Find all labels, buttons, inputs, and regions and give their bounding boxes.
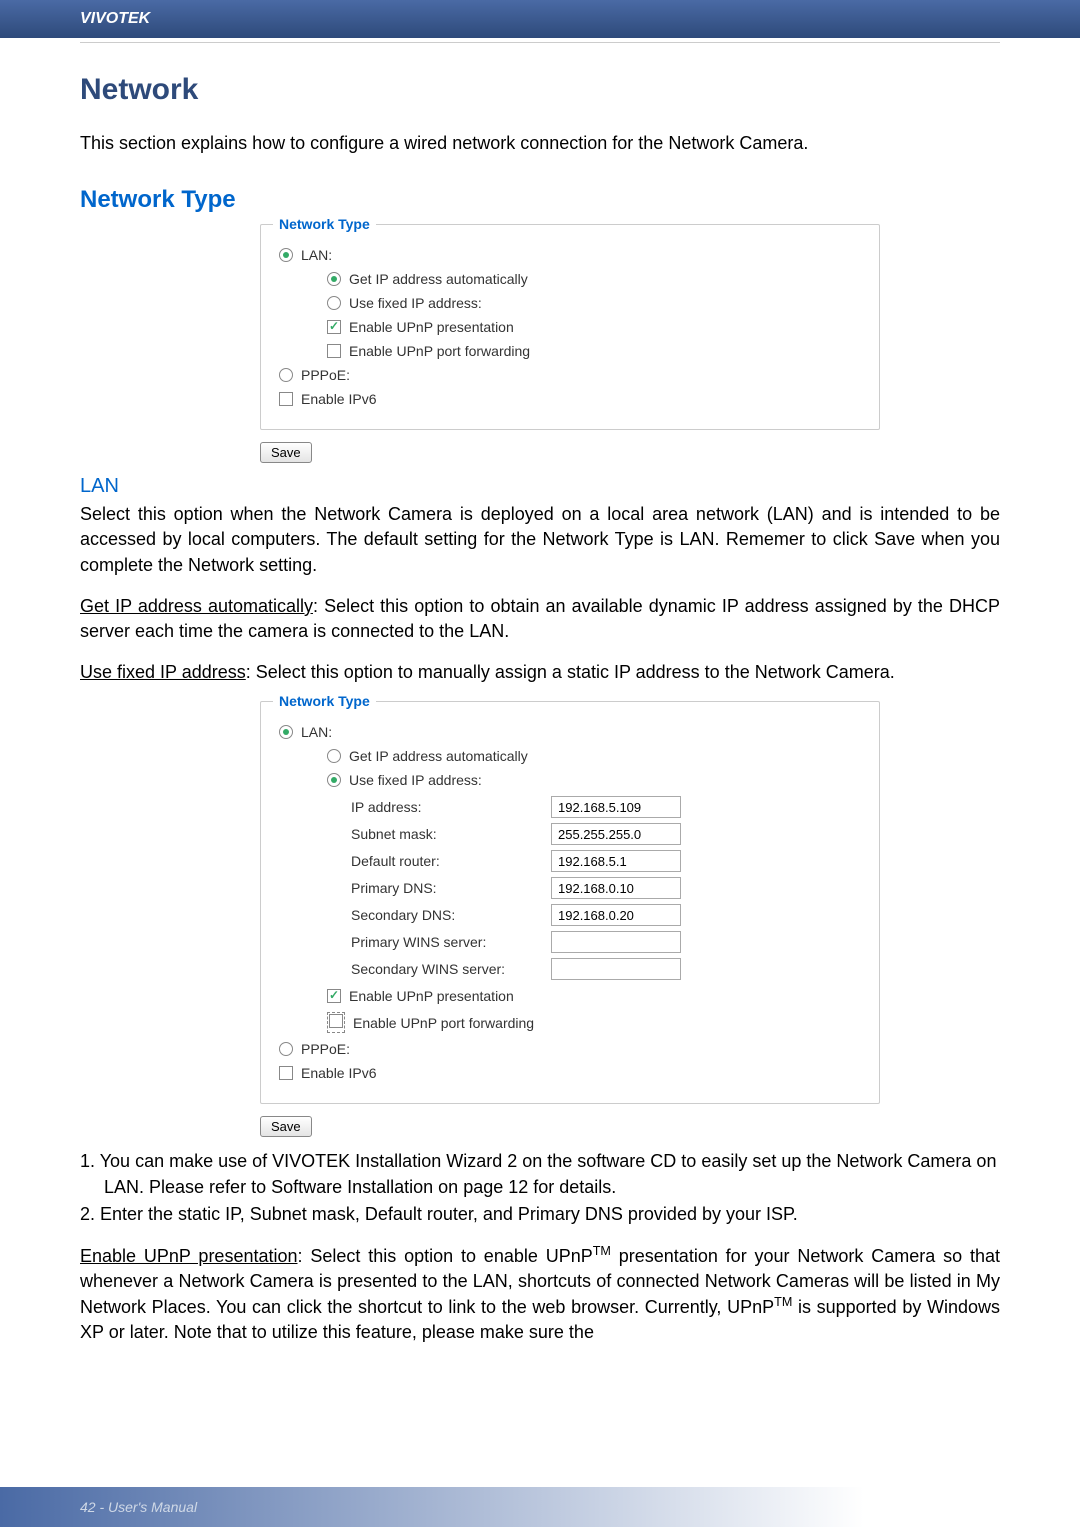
radio-icon[interactable] [279, 1042, 293, 1056]
router-input[interactable] [551, 850, 681, 872]
pppoe-label: PPPoE: [301, 1041, 350, 1057]
lan-radio-row[interactable]: LAN: [279, 724, 861, 740]
get-ip-auto-row[interactable]: Get IP address automatically [327, 748, 861, 764]
step-2: 2. Enter the static IP, Subnet mask, Def… [80, 1202, 1000, 1227]
brand-header: VIVOTEK [0, 0, 1080, 38]
use-fixed-row[interactable]: Use fixed IP address: [327, 295, 861, 311]
radio-icon[interactable] [327, 749, 341, 763]
intro-text: This section explains how to configure a… [80, 131, 1000, 156]
checkbox-icon[interactable] [327, 344, 341, 358]
radio-icon[interactable] [327, 272, 341, 286]
save-button[interactable]: Save [260, 1116, 312, 1137]
secondary-wins-label: Secondary WINS server: [351, 961, 551, 977]
page-title: Network [80, 73, 1000, 107]
enable-ipv6-row[interactable]: Enable IPv6 [279, 1065, 861, 1081]
ip-address-row: IP address: [351, 796, 861, 818]
content-area: Network This section explains how to con… [0, 43, 1080, 1382]
enable-ipv6-label: Enable IPv6 [301, 391, 377, 407]
primary-wins-input[interactable] [551, 931, 681, 953]
lan-paragraph: Select this option when the Network Came… [80, 502, 1000, 578]
use-fixed-underline: Use fixed IP address [80, 662, 246, 682]
upnp-presentation-row[interactable]: Enable UPnP presentation [327, 988, 861, 1004]
radio-icon[interactable] [327, 296, 341, 310]
use-fixed-paragraph: Use fixed IP address: Select this option… [80, 660, 1000, 685]
checkbox-icon[interactable] [329, 1014, 343, 1028]
primary-dns-input[interactable] [551, 877, 681, 899]
panel-legend: Network Type [273, 693, 376, 709]
enable-ipv6-row[interactable]: Enable IPv6 [279, 391, 861, 407]
get-ip-auto-label: Get IP address automatically [349, 271, 528, 287]
primary-wins-label: Primary WINS server: [351, 934, 551, 950]
network-type-heading: Network Type [80, 186, 1000, 214]
get-ip-paragraph: Get IP address automatically: Select thi… [80, 594, 1000, 644]
upnp-presentation-label: Enable UPnP presentation [349, 319, 514, 335]
lan-subheading: LAN [80, 475, 1000, 498]
enable-upnp-underline: Enable UPnP presentation [80, 1246, 298, 1266]
footer-bar: 42 - User's Manual [0, 1487, 1080, 1527]
use-fixed-row[interactable]: Use fixed IP address: [327, 772, 861, 788]
step-1: 1. You can make use of VIVOTEK Installat… [80, 1149, 1000, 1199]
primary-dns-row: Primary DNS: [351, 877, 861, 899]
ip-address-label: IP address: [351, 799, 551, 815]
upnp-presentation-label: Enable UPnP presentation [349, 988, 514, 1004]
subnet-row: Subnet mask: [351, 823, 861, 845]
network-type-panel-2: Network Type LAN: Get IP address automat… [260, 701, 880, 1104]
checkbox-icon[interactable] [279, 392, 293, 406]
secondary-dns-label: Secondary DNS: [351, 907, 551, 923]
get-ip-auto-label: Get IP address automatically [349, 748, 528, 764]
tm-superscript: TM [774, 1295, 792, 1309]
enable-upnp-paragraph: Enable UPnP presentation: Select this op… [80, 1243, 1000, 1346]
checkbox-icon[interactable] [327, 320, 341, 334]
steps-list: 1. You can make use of VIVOTEK Installat… [80, 1149, 1000, 1227]
radio-icon[interactable] [279, 368, 293, 382]
network-type-panel-1: Network Type LAN: Get IP address automat… [260, 224, 880, 430]
router-label: Default router: [351, 853, 551, 869]
primary-wins-row: Primary WINS server: [351, 931, 861, 953]
enable-ipv6-label: Enable IPv6 [301, 1065, 377, 1081]
lan-label: LAN: [301, 724, 332, 740]
lan-label: LAN: [301, 247, 332, 263]
subnet-label: Subnet mask: [351, 826, 551, 842]
secondary-dns-row: Secondary DNS: [351, 904, 861, 926]
radio-icon[interactable] [327, 773, 341, 787]
upnp-portforward-row[interactable]: Enable UPnP port forwarding [327, 1012, 861, 1033]
use-fixed-label: Use fixed IP address: [349, 772, 482, 788]
tm-superscript: TM [593, 1244, 611, 1258]
secondary-wins-input[interactable] [551, 958, 681, 980]
ip-address-input[interactable] [551, 796, 681, 818]
router-row: Default router: [351, 850, 861, 872]
checkbox-icon[interactable] [279, 1066, 293, 1080]
upnp-portforward-row[interactable]: Enable UPnP port forwarding [327, 343, 861, 359]
panel-legend: Network Type [273, 216, 376, 232]
brand-text: VIVOTEK [80, 10, 150, 27]
upnp-presentation-row[interactable]: Enable UPnP presentation [327, 319, 861, 335]
upnp-portforward-label: Enable UPnP port forwarding [353, 1015, 534, 1031]
save-button[interactable]: Save [260, 442, 312, 463]
pppoe-radio-row[interactable]: PPPoE: [279, 367, 861, 383]
checkbox-icon[interactable] [327, 989, 341, 1003]
pppoe-label: PPPoE: [301, 367, 350, 383]
pppoe-radio-row[interactable]: PPPoE: [279, 1041, 861, 1057]
footer-text: 42 - User's Manual [0, 1487, 1080, 1515]
get-ip-auto-underline: Get IP address automatically [80, 596, 313, 616]
upnp-portforward-label: Enable UPnP port forwarding [349, 343, 530, 359]
radio-icon[interactable] [279, 248, 293, 262]
use-fixed-label: Use fixed IP address: [349, 295, 482, 311]
primary-dns-label: Primary DNS: [351, 880, 551, 896]
dashed-focus-box [327, 1012, 345, 1033]
lan-radio-row[interactable]: LAN: [279, 247, 861, 263]
get-ip-auto-row[interactable]: Get IP address automatically [327, 271, 861, 287]
secondary-wins-row: Secondary WINS server: [351, 958, 861, 980]
subnet-input[interactable] [551, 823, 681, 845]
secondary-dns-input[interactable] [551, 904, 681, 926]
radio-icon[interactable] [279, 725, 293, 739]
